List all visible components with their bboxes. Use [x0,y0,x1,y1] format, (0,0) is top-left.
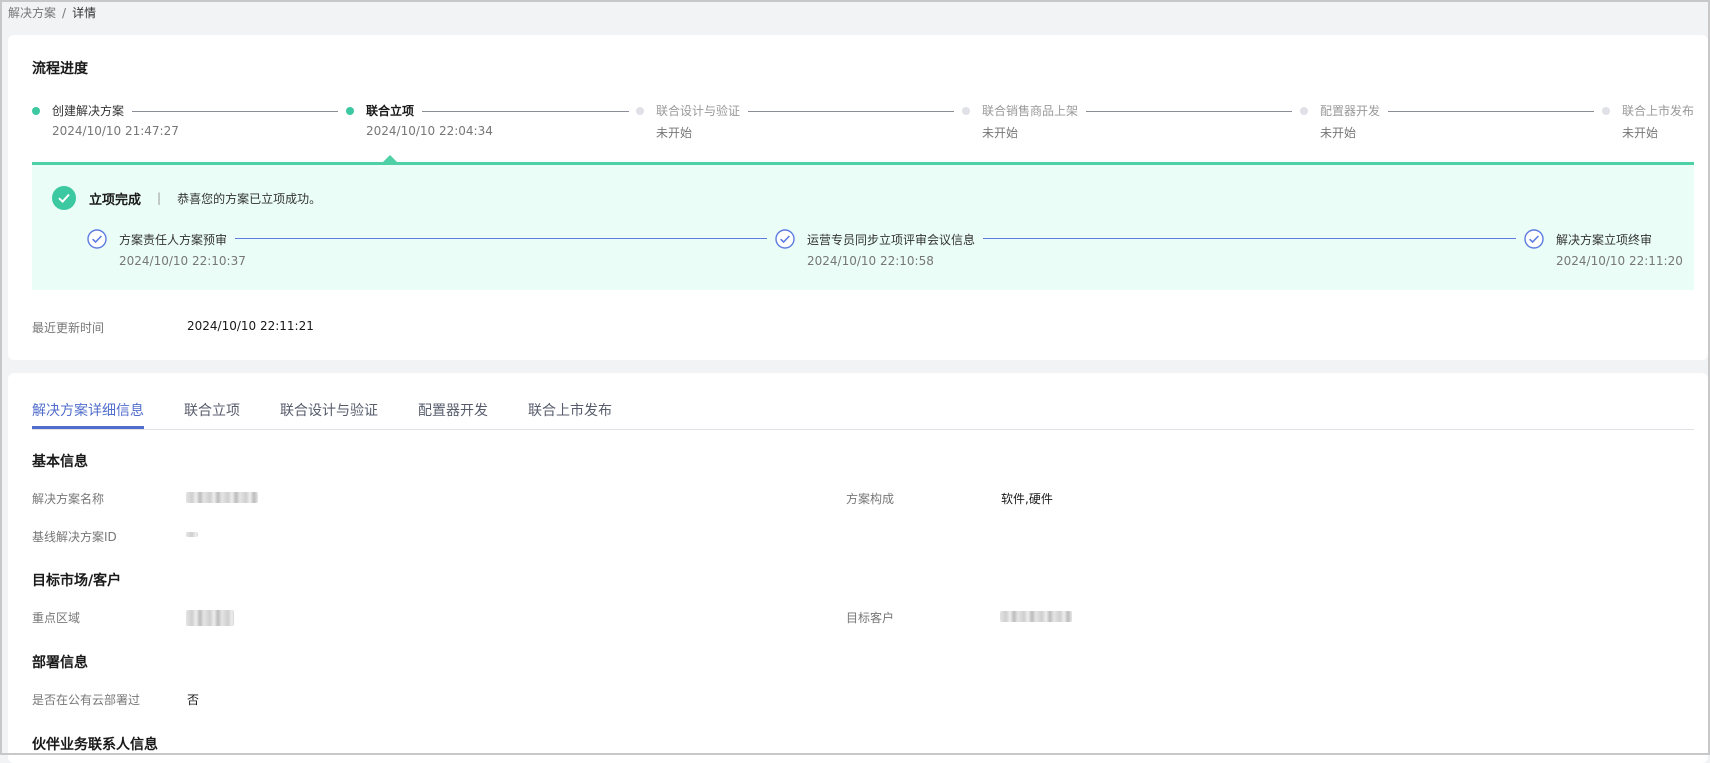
last-update-value: 2024/10/10 22:11:21 [187,319,314,333]
approval-panel-header: 立项完成 | 恭喜您的方案已立项成功。 [52,186,321,210]
step-dot [636,107,644,115]
step-dot [346,107,354,115]
basic-info-title: 基本信息 [32,454,88,470]
step-dot [32,107,40,115]
target-customer-value-redacted [1000,611,1072,622]
breadcrumb-current: 详情 [72,6,97,20]
tab-joint-initiation[interactable]: 联合立项 [184,400,240,420]
approval-panel [32,165,1694,290]
substep-time: 2024/10/10 22:10:58 [807,254,934,268]
composition-value: 软件,硬件 [1001,492,1053,506]
breadcrumb: 解决方案 / 详情 [8,4,96,21]
key-region-label: 重点区域 [32,611,81,625]
public-cloud-value: 否 [187,693,200,707]
baseline-id-value-redacted [186,532,198,537]
tab-joint-launch[interactable]: 联合上市发布 [528,400,612,420]
substep-label: 解决方案立项终审 [1556,233,1653,247]
step-time: 未开始 [656,126,693,140]
approval-message: 恭喜您的方案已立项成功。 [177,191,322,206]
step-dot [1602,107,1610,115]
detail-card [8,373,1708,763]
target-customer-label: 目标客户 [846,611,895,625]
substep-connector [983,238,1516,239]
step-time: 未开始 [982,126,1019,140]
substep-connector [235,238,767,239]
breadcrumb-separator: / [62,6,67,20]
step-time: 2024/10/10 21:47:27 [52,124,179,138]
step-label: 配置器开发 [1320,104,1381,118]
step-connector [422,111,629,112]
progress-title: 流程进度 [32,61,88,77]
tab-configurator-dev[interactable]: 配置器开发 [418,400,488,420]
active-tab-underline [32,426,144,429]
step-connector [1086,111,1292,112]
substep-label: 运营专员同步立项评审会议信息 [807,233,976,247]
substep-time: 2024/10/10 22:11:20 [1556,254,1683,268]
partner-contact-title: 伙伴业务联系人信息 [32,737,158,753]
step-time: 未开始 [1320,126,1357,140]
solution-name-label: 解决方案名称 [32,492,105,506]
step-label: 联合立项 [366,104,415,118]
substep-check-icon [1524,229,1544,249]
step-dot [962,107,970,115]
substep-check-icon [775,229,795,249]
deployment-info-title: 部署信息 [32,655,88,671]
composition-label: 方案构成 [846,492,895,506]
last-update-label: 最近更新时间 [32,321,105,335]
solution-name-value-redacted [186,492,258,503]
tab-solution-details[interactable]: 解决方案详细信息 [32,400,144,420]
substep-time: 2024/10/10 22:10:37 [119,254,246,268]
step-connector [1388,111,1594,112]
detail-tabs: 解决方案详细信息 联合立项 联合设计与验证 配置器开发 联合上市发布 [32,400,1694,430]
success-check-icon [52,186,76,210]
step-label: 联合设计与验证 [656,104,741,118]
step-label: 联合销售商品上架 [982,104,1079,118]
substep-check-icon [87,229,107,249]
current-step-caret-icon [382,155,398,163]
step-time: 未开始 [1622,126,1659,140]
substep-label: 方案责任人方案预审 [119,233,228,247]
baseline-id-label: 基线解决方案ID [32,530,117,544]
approval-title: 立项完成 [89,192,142,208]
tab-joint-design[interactable]: 联合设计与验证 [280,400,378,420]
approval-title-separator: | [157,191,162,205]
breadcrumb-parent-link[interactable]: 解决方案 [8,6,56,20]
step-time: 2024/10/10 22:04:34 [366,124,493,138]
step-label: 联合上市发布 [1622,104,1695,118]
step-label: 创建解决方案 [52,104,125,118]
step-connector [132,111,338,112]
target-market-title: 目标市场/客户 [32,573,122,589]
step-connector [748,111,954,112]
key-region-value-redacted [186,610,234,626]
step-dot [1300,107,1308,115]
public-cloud-label: 是否在公有云部署过 [32,693,141,707]
